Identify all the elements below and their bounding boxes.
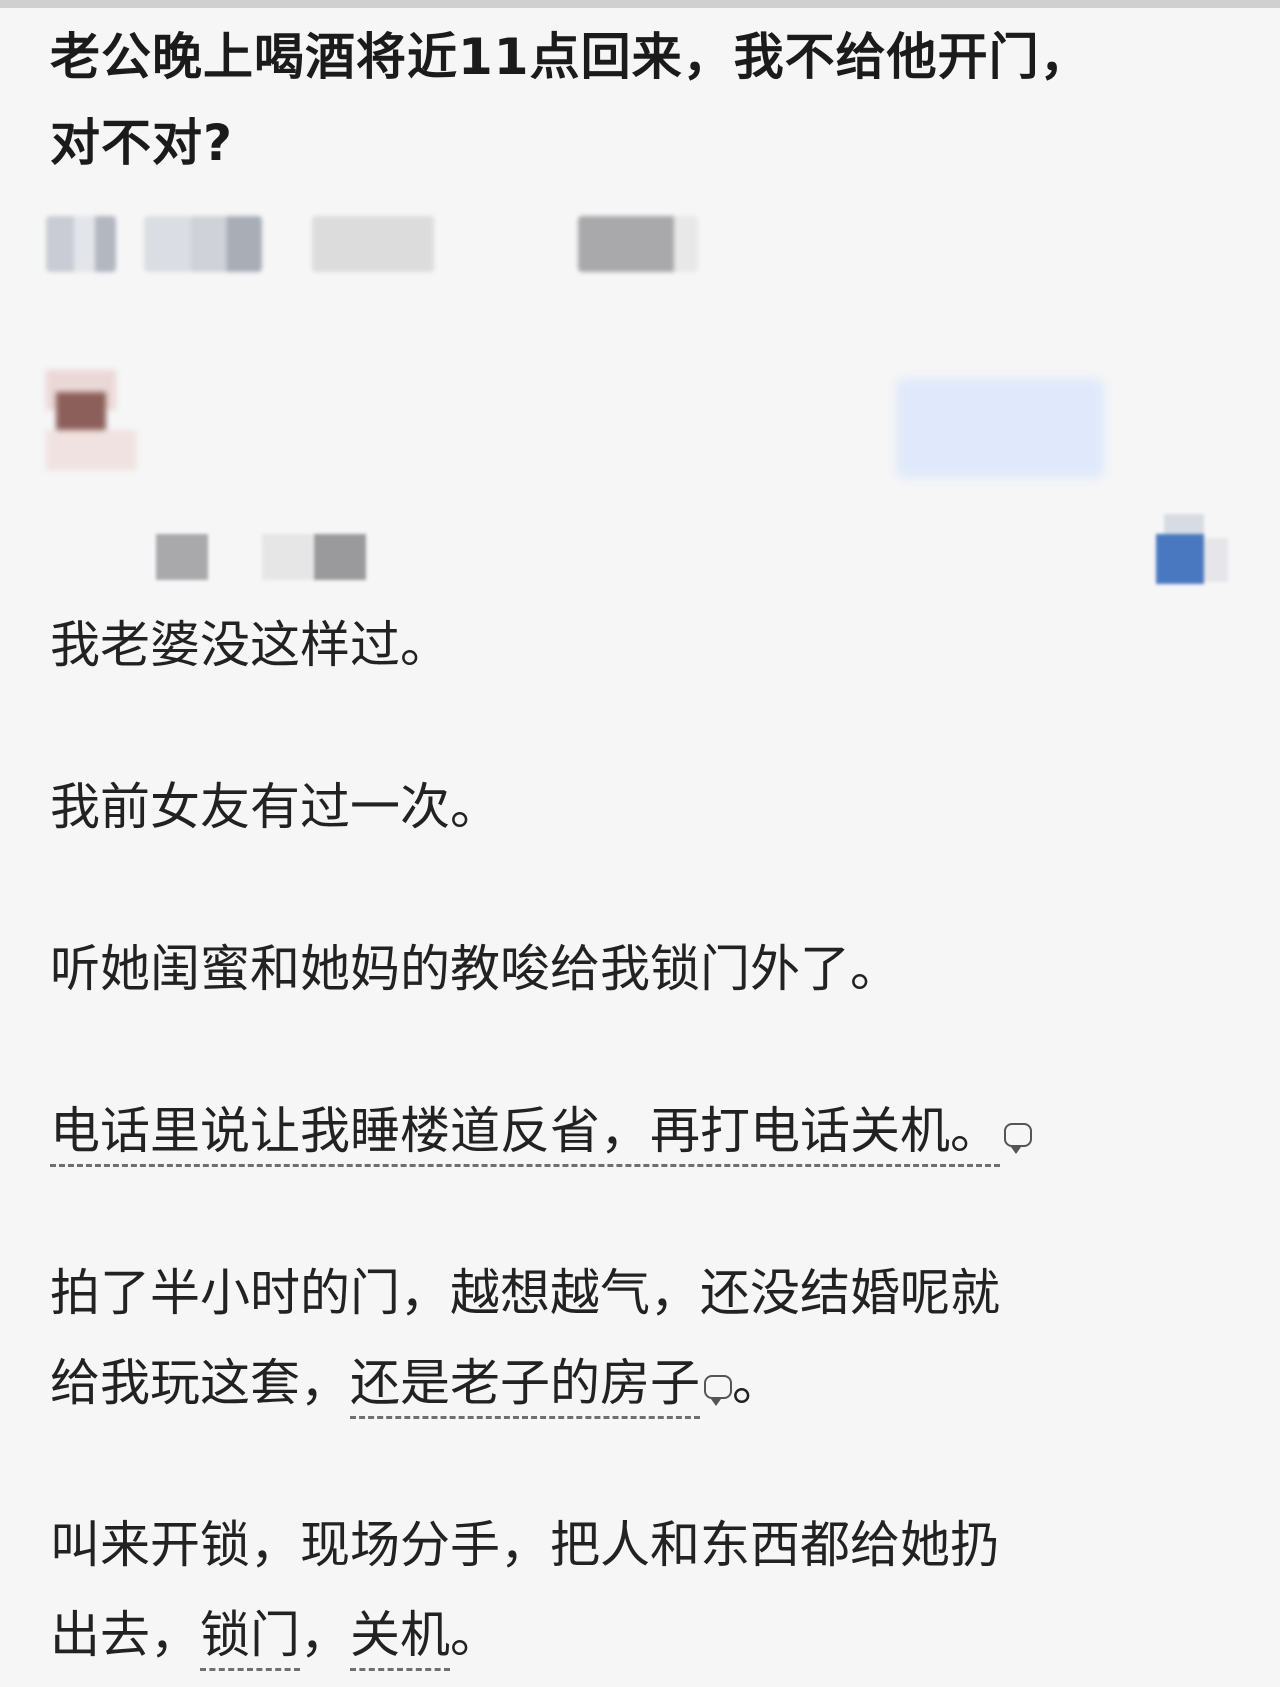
highlighted-comment-text[interactable]: 关机 (350, 1606, 450, 1671)
follow-button[interactable] (896, 378, 1104, 478)
answer-paragraph-line: 拍了半小时的门，越想越气，还没结婚呢就 (50, 1264, 1000, 1322)
answer-paragraph: 我前女友有过一次。 (50, 778, 500, 836)
text-segment: 给我玩这套， (50, 1354, 350, 1412)
meta-block-blurred (262, 534, 314, 580)
meta-chip-blurred (144, 216, 262, 272)
answer-page: 老公晚上喝酒将近11点回来，我不给他开门， 对不对? 我老婆没这样过。 我前女友… (0, 0, 1280, 1687)
answer-paragraph: 听她闺蜜和她妈的教唆给我锁门外了。 (50, 940, 900, 998)
text-segment: 。 (450, 1606, 500, 1664)
top-divider (0, 0, 1280, 8)
meta-chip-blurred (46, 216, 116, 272)
highlighted-comment-text[interactable]: 锁门 (200, 1606, 300, 1671)
meta-chip-blurred (312, 216, 434, 272)
meta-chip-blurred (578, 216, 698, 272)
meta-block-blurred (156, 534, 208, 580)
answer-paragraph-line: 给我玩这套，还是老子的房子。 (50, 1338, 1240, 1428)
question-title[interactable]: 老公晚上喝酒将近11点回来，我不给他开门， 对不对? (50, 14, 1230, 186)
answer-paragraph-commented[interactable]: 电话里说让我睡楼道反省，再打电话关机。 (50, 1086, 1240, 1176)
meta-block-blurred (314, 534, 366, 580)
text-segment: 。 (732, 1354, 782, 1412)
text-segment: ， (300, 1606, 350, 1664)
comment-bubble-icon[interactable] (1004, 1122, 1032, 1154)
answer-paragraph: 我老婆没这样过。 (50, 616, 450, 674)
comment-bubble-icon[interactable] (704, 1374, 732, 1406)
more-icon[interactable] (1156, 514, 1228, 588)
question-title-line-1: 老公晚上喝酒将近11点回来，我不给他开门， (50, 28, 1091, 86)
highlighted-comment-text[interactable]: 还是老子的房子 (350, 1354, 700, 1419)
highlighted-comment-text[interactable]: 电话里说让我睡楼道反省，再打电话关机。 (50, 1102, 1000, 1167)
text-segment: 出去， (50, 1606, 200, 1664)
answer-paragraph-line: 出去，锁门，关机。 (50, 1590, 1240, 1680)
author-avatar[interactable] (46, 370, 156, 480)
question-title-line-2: 对不对? (50, 114, 234, 172)
answer-paragraph-line: 叫来开锁，现场分手，把人和东西都给她扔 (50, 1516, 1000, 1574)
